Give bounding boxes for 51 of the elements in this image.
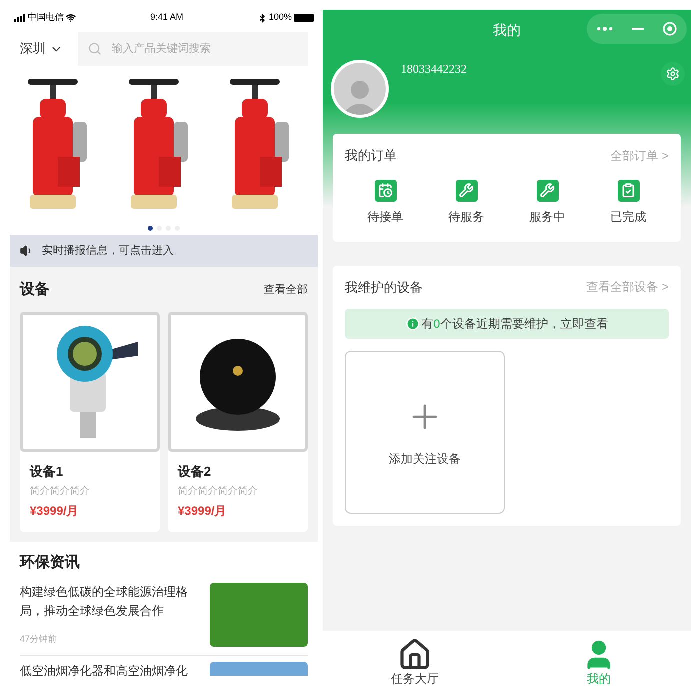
news-item[interactable]: 低空油烟净化器和高空油烟净化 xyxy=(20,654,308,680)
search-field[interactable]: 输入产品关键词搜索 xyxy=(78,32,308,66)
view-all-link[interactable]: 查看全部 xyxy=(264,282,308,298)
signal-icon xyxy=(14,14,26,22)
section-title: 环保资讯 xyxy=(20,553,81,573)
battery-icon xyxy=(294,14,314,22)
card-title: 我的订单 xyxy=(345,147,397,165)
bluetooth-icon xyxy=(258,14,267,22)
home-icon xyxy=(398,638,432,672)
card-title: 我维护的设备 xyxy=(345,278,423,296)
maintenance-alert[interactable]: 有0个设备近期需要维护，立即查看 xyxy=(345,309,669,339)
news-title: 低空油烟净化器和高空油烟净化 xyxy=(20,662,189,680)
phone-number: 18033442232 xyxy=(401,61,467,78)
minimize-icon[interactable] xyxy=(632,28,644,30)
more-dots-icon[interactable] xyxy=(596,27,613,31)
carrier-name: 中国电信 xyxy=(28,11,64,24)
wifi-icon xyxy=(66,13,76,23)
news-title: 构建绿色低碳的全球能源治理格局，推动全球绿色发展合作 xyxy=(20,584,189,620)
product-description: 简介简介简介简介 xyxy=(178,485,259,499)
product-name: 设备2 xyxy=(178,462,212,480)
wrench-icon xyxy=(456,180,478,202)
calendar-clock-icon xyxy=(374,180,396,202)
news-time: 47分钟前 xyxy=(20,633,58,646)
search-icon xyxy=(88,42,102,56)
order-status-button[interactable]: 待服务 xyxy=(436,180,496,226)
order-status-button[interactable]: 服务中 xyxy=(518,180,578,226)
clipboard-check-icon xyxy=(618,180,640,202)
product-name: 设备1 xyxy=(30,462,64,480)
section-title: 设备 xyxy=(20,280,50,300)
settings-icon[interactable] xyxy=(661,62,685,86)
product-price: ¥3999/月 xyxy=(178,503,228,520)
battery-percent: 100% xyxy=(268,11,292,24)
product-price: ¥3999/月 xyxy=(30,503,80,520)
capsule-menu[interactable] xyxy=(587,14,687,44)
product-card[interactable]: 设备2 简介简介简介简介 ¥3999/月 xyxy=(168,312,308,532)
notice-text: 实时播报信息，可点击进入 xyxy=(42,244,174,259)
order-status-button[interactable]: 待接单 xyxy=(356,180,416,226)
product-card[interactable]: 设备1 简介简介简介 ¥3999/月 xyxy=(20,312,160,532)
alert-text: 有0个设备近期需要维护，立即查看 xyxy=(422,316,608,333)
city-selector[interactable]: 深圳 xyxy=(20,39,72,59)
page-title: 我的 xyxy=(493,20,521,40)
notice-bar[interactable]: 实时播报信息，可点击进入 xyxy=(10,235,318,267)
status-time: 9:41 AM xyxy=(150,11,184,24)
info-icon xyxy=(406,317,420,331)
add-device-card[interactable]: 添加关注设备 xyxy=(345,351,505,514)
product-description: 简介简介简介 xyxy=(30,485,91,499)
news-item[interactable]: 构建绿色低碳的全球能源治理格局，推动全球绿色发展合作 47分钟前 xyxy=(20,582,308,654)
target-icon[interactable] xyxy=(663,22,678,36)
wrench-icon xyxy=(536,180,558,202)
order-status-button[interactable]: 已完成 xyxy=(598,180,658,226)
tab-bar-item[interactable]: 任务大厅 xyxy=(323,631,507,686)
